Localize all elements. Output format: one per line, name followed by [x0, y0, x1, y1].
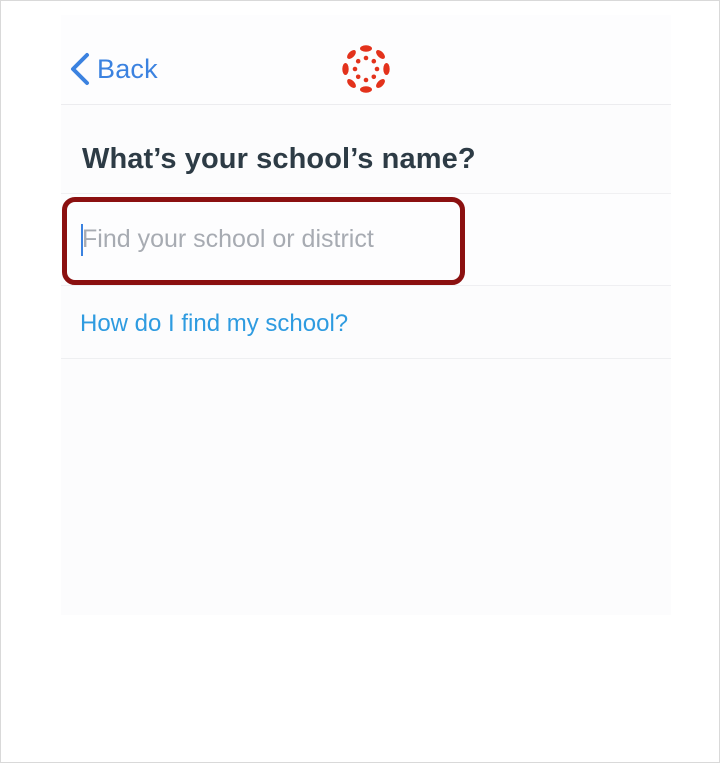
divider	[61, 358, 671, 359]
how-to-find-school-link[interactable]: How do I find my school?	[80, 310, 348, 338]
navigation-bar: Back	[61, 15, 671, 105]
search-row	[61, 194, 671, 286]
school-search-input[interactable]	[79, 221, 442, 257]
text-cursor	[81, 224, 83, 256]
canvas-logo-icon	[342, 45, 390, 93]
page-title: What’s your school’s name?	[82, 143, 476, 175]
back-label: Back	[97, 53, 158, 84]
back-button[interactable]: Back	[69, 49, 158, 89]
screenshot-frame: Back What’s your school’s name? Find you…	[0, 0, 720, 763]
chevron-left-icon	[71, 53, 89, 85]
app-screen: Back What’s your school’s name? Find you…	[61, 15, 671, 615]
